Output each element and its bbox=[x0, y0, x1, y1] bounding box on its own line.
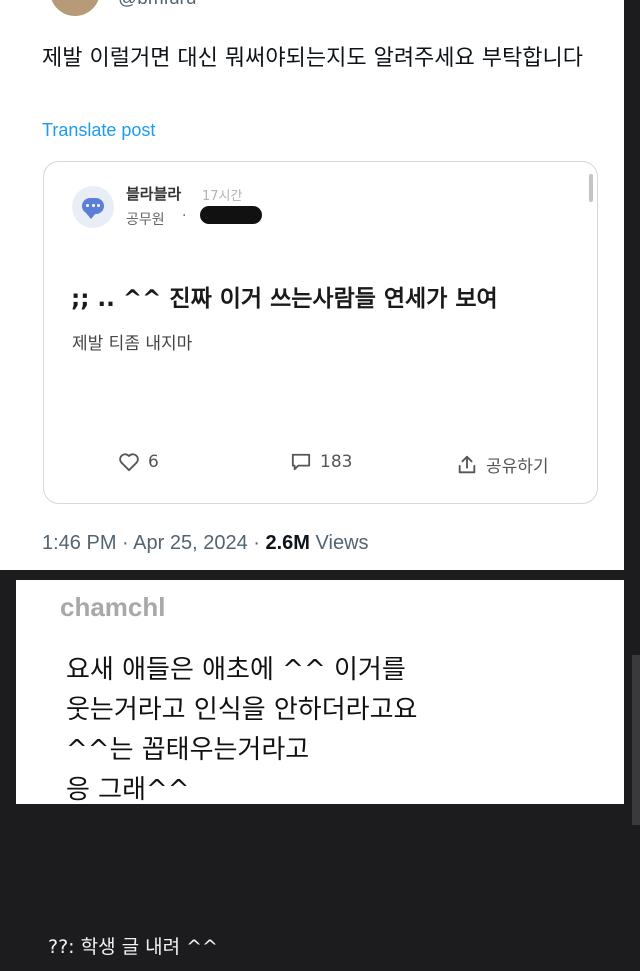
page-scrollbar[interactable] bbox=[632, 655, 640, 825]
reply-username: chamchl bbox=[60, 592, 166, 622]
quote-job-title: 공무원 bbox=[126, 212, 165, 228]
scrollbar-indicator bbox=[589, 174, 593, 202]
reply-card: chamchl 요새 애들은 애초에 ^^ 이거를 웃는거라고 인식을 안하더라… bbox=[16, 580, 624, 805]
like-count: 6 bbox=[148, 452, 159, 472]
caption: ??: 학생 글 내려 ^^ bbox=[48, 936, 218, 958]
meta-separator: · bbox=[253, 532, 260, 554]
quote-comment-action: 183 bbox=[290, 452, 352, 472]
meta-separator: · bbox=[122, 532, 129, 554]
reply-text: 요새 애들은 애초에 ^^ 이거를 웃는거라고 인식을 안하더라고요 ^^는 꼽… bbox=[66, 650, 586, 810]
comment-icon bbox=[291, 453, 311, 471]
quote-separator: · bbox=[182, 208, 187, 224]
reply-line: ^^는 꼽태우는거라고 bbox=[66, 735, 310, 765]
user-handle[interactable]: @bmfuru bbox=[118, 0, 196, 10]
share-label: 공유하기 bbox=[486, 457, 549, 477]
quote-share-action: 공유하기 bbox=[456, 452, 549, 477]
comment-count: 183 bbox=[320, 452, 353, 472]
quoted-post-image[interactable]: 블라블라 17시간 공무원 · ;; .. ^^ 진짜 이거 쓰는사람들 연세가… bbox=[43, 161, 598, 504]
translate-post-link[interactable]: Translate post bbox=[42, 120, 155, 141]
quote-timestamp: 17시간 bbox=[202, 189, 243, 204]
quote-author: 블라블라 bbox=[126, 185, 182, 203]
reply-line: 웃는거라고 인식을 안하더라고요 bbox=[66, 695, 418, 725]
redaction-scribble bbox=[200, 206, 262, 224]
tweet-card: @bmfuru 제발 이럴거면 대신 뭐써야되는지도 알려주세요 부탁합니다 T… bbox=[0, 0, 624, 570]
avatar[interactable] bbox=[50, 0, 100, 16]
post-date[interactable]: Apr 25, 2024 bbox=[133, 532, 248, 554]
heart-icon bbox=[119, 453, 139, 472]
tweet-text: 제발 이럴거면 대신 뭐써야되는지도 알려주세요 부탁합니다 bbox=[42, 46, 583, 71]
quote-body: 제발 티좀 내지마 bbox=[72, 334, 193, 354]
views-label: Views bbox=[315, 532, 369, 554]
share-icon bbox=[458, 455, 476, 473]
quote-like-action: 6 bbox=[118, 452, 159, 472]
reply-line: 응 그래^^ bbox=[66, 775, 190, 805]
reply-line: 요새 애들은 애초에 ^^ 이거를 bbox=[66, 655, 406, 685]
post-time[interactable]: 1:46 PM bbox=[42, 532, 116, 554]
views-count[interactable]: 2.6M bbox=[266, 532, 310, 554]
quote-headline: ;; .. ^^ 진짜 이거 쓰는사람들 연세가 보여 bbox=[71, 286, 498, 312]
post-meta: 1:46 PM · Apr 25, 2024 · 2.6M Views bbox=[42, 532, 369, 555]
chat-bubble-icon bbox=[72, 186, 114, 228]
